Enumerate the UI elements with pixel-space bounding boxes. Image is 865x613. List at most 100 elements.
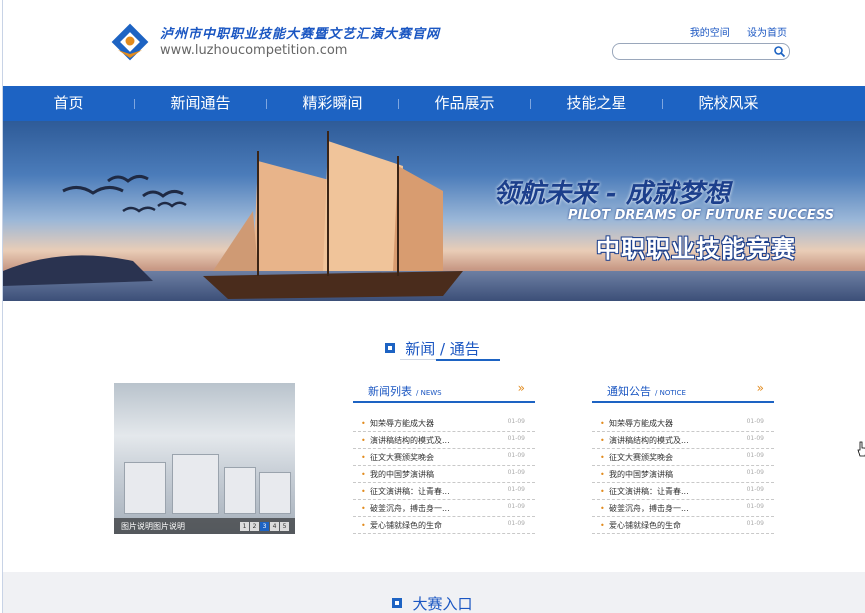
list-item-date: 01-09 [746,435,764,442]
news-section-heading: 新闻 / 通告 [0,338,865,359]
list-item-date: 01-09 [746,452,764,459]
page: 泸州市中职职业技能大赛暨文艺汇演大赛官网 www.luzhoucompetiti… [0,0,865,613]
bullet-icon: • [361,487,366,496]
list-item-title[interactable]: 征文演讲稿：让青春... [370,486,450,497]
list-item[interactable]: • 爱心铺就绿色的生命 01-09 [353,517,535,534]
news-more-link[interactable]: » [518,381,525,395]
list-item-title[interactable]: 征文演讲稿：让青春... [609,486,689,497]
notice-more-link[interactable]: » [757,381,764,395]
list-item[interactable]: • 我的中国梦演讲稿 01-09 [592,466,774,483]
news-photo-slider[interactable]: 图片说明图片说明 1 2 3 4 5 [114,383,295,534]
banner-headline: 中职职业技能竞赛 [596,235,796,263]
list-item-title[interactable]: 演讲稿结构的模式及... [609,435,689,446]
notice-items: • 知荣辱方能成大器 01-09 • 演讲稿结构的模式及... 01-09 • 征文大赛颁奖晚… [592,415,774,534]
bullet-icon: • [600,453,605,462]
search-icon[interactable] [773,45,786,58]
notice-list: 通知公告 / NOTICE » • 知荣辱方能成大器 01-09 • 演讲稿结构的模式及.… [592,381,774,534]
list-item-date: 01-09 [746,503,764,510]
list-item-title[interactable]: 破釜沉舟，搏击身一... [609,503,689,514]
news-list-header: 新闻列表 / NEWS » [353,381,535,403]
photo-pagination: 1 2 3 4 5 [239,522,289,531]
bullet-icon: • [600,419,605,428]
nav-works[interactable]: 作品展示 [399,86,530,121]
nav-news[interactable]: 新闻通告 [135,86,266,121]
bullet-icon: • [361,521,366,530]
list-item[interactable]: • 演讲稿结构的模式及... 01-09 [592,432,774,449]
bird-icon [107,174,149,183]
bullet-icon: • [600,436,605,445]
news-list-subtitle: / NEWS [416,389,442,397]
list-item-title[interactable]: 知荣辱方能成大器 [370,418,434,429]
nav-home[interactable]: 首页 [3,86,134,121]
bullet-icon: • [361,504,366,513]
hand-cursor-icon [857,441,865,457]
notice-list-subtitle: / NOTICE [655,389,686,397]
list-item-date: 01-09 [746,520,764,527]
list-item[interactable]: • 知荣辱方能成大器 01-09 [592,415,774,432]
notice-list-title: 通知公告 [607,385,651,398]
photo-page-button[interactable]: 1 [240,522,249,531]
list-item-date: 01-09 [507,503,525,510]
top-links: 我的空间 设为首页 [676,24,787,39]
list-item-title[interactable]: 我的中国梦演讲稿 [370,469,434,480]
bird-icon [122,206,156,213]
list-item[interactable]: • 爱心铺就绿色的生命 01-09 [592,517,774,534]
photo-page-button[interactable]: 2 [250,522,259,531]
list-item-date: 01-09 [507,418,525,425]
bullet-icon: • [361,436,366,445]
photo-page-button[interactable]: 4 [270,522,279,531]
photo-machine [259,472,291,514]
news-list: 新闻列表 / NEWS » • 知荣辱方能成大器 01-09 • 演讲稿结构的模式及...… [353,381,535,534]
search-box [612,43,790,63]
list-item-title[interactable]: 我的中国梦演讲稿 [609,469,673,480]
photo-page-button-active[interactable]: 3 [260,522,269,531]
nav-schools[interactable]: 院校风采 [663,86,794,121]
list-item[interactable]: • 征文演讲稿：让青春... 01-09 [353,483,535,500]
list-item[interactable]: • 征文大赛颁奖晚会 01-09 [592,449,774,466]
bullet-icon: • [600,521,605,530]
photo-machine [124,462,166,514]
list-item[interactable]: • 破釜沉舟，搏击身一... 01-09 [353,500,535,517]
list-item[interactable]: • 破釜沉舟，搏击身一... 01-09 [592,500,774,517]
list-item-date: 01-09 [507,435,525,442]
list-item-date: 01-09 [507,452,525,459]
hero-banner: 领航未来 - 成就梦想 PILOT DREAMS OF FUTURE SUCCE… [3,121,865,301]
list-item[interactable]: • 我的中国梦演讲稿 01-09 [353,466,535,483]
bullet-icon: • [361,470,366,479]
news-section-title: 新闻 / 通告 [405,340,480,358]
news-list-title: 新闻列表 [368,385,412,398]
nav-moments[interactable]: 精彩瞬间 [267,86,398,121]
list-item-date: 01-09 [507,469,525,476]
list-item[interactable]: • 知荣辱方能成大器 01-09 [353,415,535,432]
bird-icon [157,201,187,208]
list-item-title[interactable]: 演讲稿结构的模式及... [370,435,450,446]
list-item-title[interactable]: 知荣辱方能成大器 [609,418,673,429]
list-item-title[interactable]: 破釜沉舟，搏击身一... [370,503,450,514]
search-input[interactable] [621,49,771,63]
bullet-icon: • [361,453,366,462]
site-url: www.luzhoucompetition.com [160,43,348,58]
news-items: • 知荣辱方能成大器 01-09 • 演讲稿结构的模式及... 01-09 • 征文大赛颁奖晚… [353,415,535,534]
photo-machine [172,454,219,514]
banner-slogan: 领航未来 - 成就梦想 [493,179,730,209]
list-item[interactable]: • 征文演讲稿：让青春... 01-09 [592,483,774,500]
photo-page-button[interactable]: 5 [280,522,289,531]
nav-stars[interactable]: 技能之星 [531,86,662,121]
list-item-title[interactable]: 征文大赛颁奖晚会 [609,452,673,463]
section-square-icon [392,598,403,608]
list-item-title[interactable]: 爱心铺就绿色的生命 [609,520,681,531]
list-item[interactable]: • 征文大赛颁奖晚会 01-09 [353,449,535,466]
section-square-icon [385,343,396,353]
list-item[interactable]: • 演讲稿结构的模式及... 01-09 [353,432,535,449]
list-item-title[interactable]: 爱心铺就绿色的生命 [370,520,442,531]
my-space-link[interactable]: 我的空间 [690,28,730,39]
list-item-title[interactable]: 征文大赛颁奖晚会 [370,452,434,463]
heading-underline-accent [436,359,500,361]
photo-caption: 图片说明图片说明 [121,522,185,531]
bird-icon [142,189,184,198]
bullet-icon: • [361,419,366,428]
bird-icon [62,186,124,195]
set-homepage-link[interactable]: 设为首页 [747,28,787,39]
list-item-date: 01-09 [746,418,764,425]
logo-icon [111,23,149,61]
